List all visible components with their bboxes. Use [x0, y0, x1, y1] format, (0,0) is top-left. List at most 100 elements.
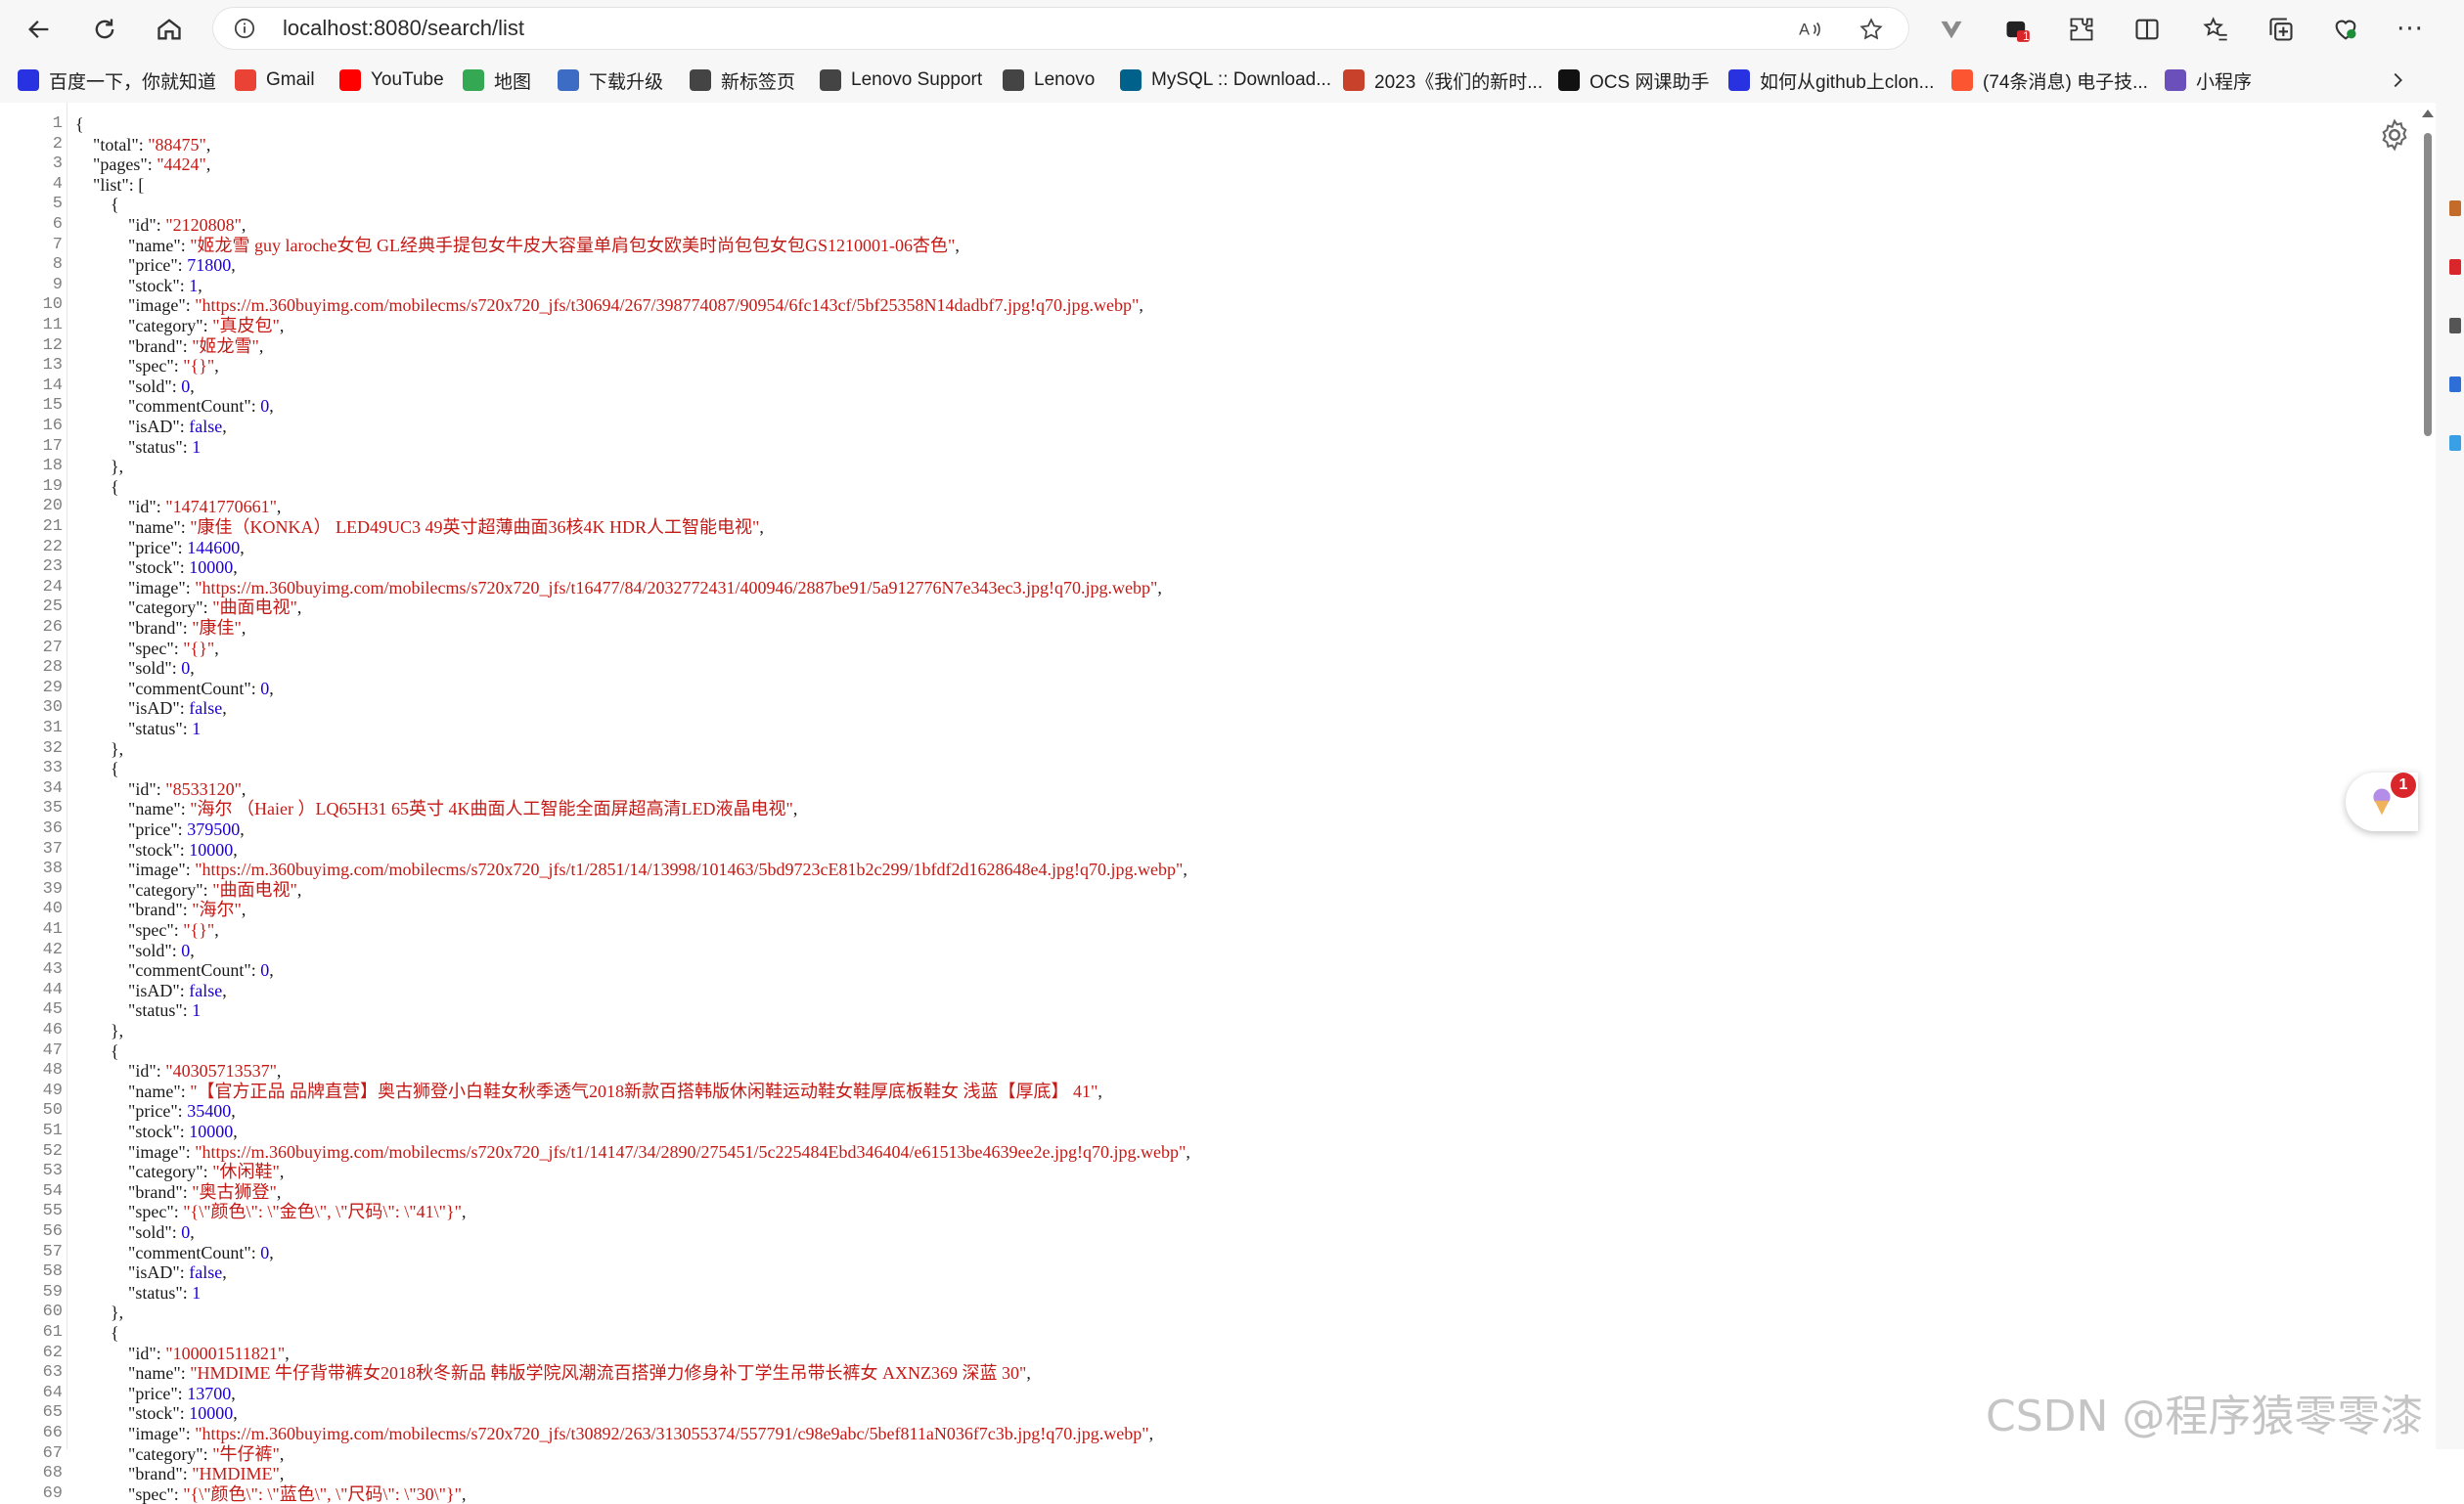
- line-number: 4: [52, 174, 63, 194]
- read-aloud-icon[interactable]: A: [1797, 17, 1822, 42]
- csdn-icon: [1951, 69, 1973, 91]
- page-icon: [690, 69, 711, 91]
- json-line: "spec": "{}",: [128, 638, 219, 658]
- json-line: "brand": "海尔",: [128, 900, 246, 920]
- sidebar-app-icon[interactable]: [2449, 376, 2461, 392]
- favorite-star-icon[interactable]: [1859, 17, 1884, 42]
- json-line: "isAD": false,: [128, 980, 227, 1000]
- bookmark-item[interactable]: OCS 网课助手: [1558, 61, 1709, 100]
- bookmark-item[interactable]: Lenovo Support: [820, 61, 982, 100]
- line-number: 52: [42, 1141, 63, 1161]
- scrollbar-thumb[interactable]: [2424, 133, 2432, 436]
- browser-essentials-button[interactable]: [2326, 10, 2365, 49]
- favorites-button[interactable]: [2196, 10, 2235, 49]
- json-line: "name": "康佳（KONKA） LED49UC3 49英寸超薄曲面36核4…: [128, 517, 764, 537]
- address-bar[interactable]: localhost:8080/search/list A: [212, 7, 1909, 50]
- bookmark-item[interactable]: YouTube: [339, 61, 444, 100]
- reload-button[interactable]: [85, 10, 124, 49]
- bookmark-item[interactable]: 2023《我们的新时...: [1343, 61, 1543, 100]
- bookmark-item[interactable]: (74条消息) 电子技...: [1951, 61, 2148, 100]
- json-line: {: [75, 114, 84, 134]
- bookmark-item[interactable]: 如何从github上clon...: [1728, 61, 1934, 100]
- line-number: 16: [42, 417, 63, 435]
- extension-notifier-button[interactable]: 1: [1997, 10, 2037, 49]
- bookmark-label: (74条消息) 电子技...: [1983, 71, 2148, 93]
- sidebar-app-icon[interactable]: [2449, 435, 2461, 451]
- json-line: "status": 1: [128, 1282, 202, 1303]
- url-text[interactable]: localhost:8080/search/list: [283, 7, 524, 50]
- favorites-list-icon: [2203, 17, 2227, 41]
- scroll-up-arrow-icon[interactable]: [2422, 110, 2434, 117]
- browser-toolbar: localhost:8080/search/list A 1 ···: [0, 0, 2464, 57]
- json-line: "commentCount": 0,: [128, 396, 274, 417]
- json-line: "brand": "奥古狮登",: [128, 1181, 282, 1202]
- line-number: 10: [42, 295, 63, 315]
- json-line: {: [75, 1040, 119, 1061]
- json-line: "id": "100001511821",: [128, 1343, 290, 1363]
- json-line: "isAD": false,: [128, 417, 227, 436]
- line-number: 31: [42, 719, 63, 737]
- line-number: 66: [42, 1424, 63, 1442]
- line-number: 15: [42, 396, 63, 416]
- bookmark-item[interactable]: 地图: [463, 61, 531, 100]
- json-line: "status": 1: [128, 1000, 202, 1021]
- json-line: "commentCount": 0,: [128, 678, 274, 698]
- bookmarks-overflow-button[interactable]: [2387, 61, 2408, 100]
- line-number: 14: [42, 376, 63, 395]
- back-button[interactable]: [20, 10, 59, 49]
- extension-v-button[interactable]: [1932, 10, 1971, 49]
- more-menu-button[interactable]: ···: [2391, 10, 2430, 49]
- json-line: "pages": "4424",: [93, 155, 211, 175]
- json-line: "sold": 0,: [128, 376, 195, 396]
- json-line: "isAD": false,: [128, 698, 227, 719]
- bookmark-item[interactable]: 下载升级: [558, 61, 663, 100]
- ocs-icon: [1558, 69, 1580, 91]
- site-info-icon[interactable]: [234, 18, 255, 39]
- line-number: 33: [42, 759, 63, 778]
- json-line: "image": "https://m.360buyimg.com/mobile…: [128, 577, 1162, 597]
- extensions-button[interactable]: [2062, 10, 2101, 49]
- notification-badge: 1: [2391, 773, 2416, 798]
- json-line: "id": "40305713537",: [128, 1061, 282, 1082]
- youtube-icon: [339, 69, 361, 91]
- line-number: 63: [42, 1363, 63, 1383]
- sidebar-app-icon[interactable]: [2449, 318, 2461, 333]
- bookmark-item[interactable]: 小程序: [2165, 61, 2252, 100]
- bookmark-item[interactable]: 新标签页: [690, 61, 795, 100]
- bookmark-item[interactable]: MySQL :: Download...: [1120, 61, 1331, 100]
- line-number: 61: [42, 1323, 63, 1342]
- sidebar-app-icon[interactable]: [2449, 259, 2461, 275]
- home-button[interactable]: [150, 10, 189, 49]
- json-line: "name": "HMDIME 牛仔背带裤女2018秋冬新品 韩版学院风潮流百搭…: [128, 1363, 1031, 1384]
- bookmark-label: 如何从github上clon...: [1760, 71, 1935, 93]
- line-number: 27: [42, 638, 63, 657]
- json-line: "stock": 10000,: [128, 1403, 238, 1424]
- line-number: 6: [52, 215, 63, 234]
- json-line: },: [75, 457, 124, 477]
- line-number: 36: [42, 819, 63, 838]
- bookmark-item[interactable]: Gmail: [235, 61, 315, 100]
- sidebar-app-icon[interactable]: [2449, 200, 2461, 216]
- bookmark-label: Gmail: [266, 69, 315, 90]
- bookmark-item[interactable]: Lenovo: [1003, 61, 1095, 100]
- viewer-settings-gear-icon[interactable]: [2377, 117, 2412, 153]
- json-line: "total": "88475",: [93, 134, 211, 155]
- line-number: 8: [52, 255, 63, 275]
- bookmark-item[interactable]: 百度一下，你就知道: [18, 61, 216, 100]
- collections-button[interactable]: [2262, 10, 2301, 49]
- split-screen-button[interactable]: [2128, 10, 2167, 49]
- line-number: 32: [42, 738, 63, 758]
- json-line: {: [75, 195, 119, 215]
- split-screen-icon: [2135, 19, 2159, 40]
- line-number: 26: [42, 618, 63, 637]
- json-line: "commentCount": 0,: [128, 960, 274, 981]
- line-number: 67: [42, 1443, 63, 1463]
- line-number: 55: [42, 1202, 63, 1221]
- csdn-watermark: CSDN @程序猿零零漆: [1986, 1392, 2424, 1441]
- vertical-scrollbar[interactable]: [2420, 106, 2436, 1447]
- bookmark-label: YouTube: [371, 69, 444, 90]
- json-line: "category": "休闲鞋",: [128, 1162, 285, 1182]
- json-line: "brand": "HMDIME",: [128, 1464, 285, 1484]
- json-line: "stock": 10000,: [128, 557, 238, 578]
- json-line: {: [75, 1323, 119, 1343]
